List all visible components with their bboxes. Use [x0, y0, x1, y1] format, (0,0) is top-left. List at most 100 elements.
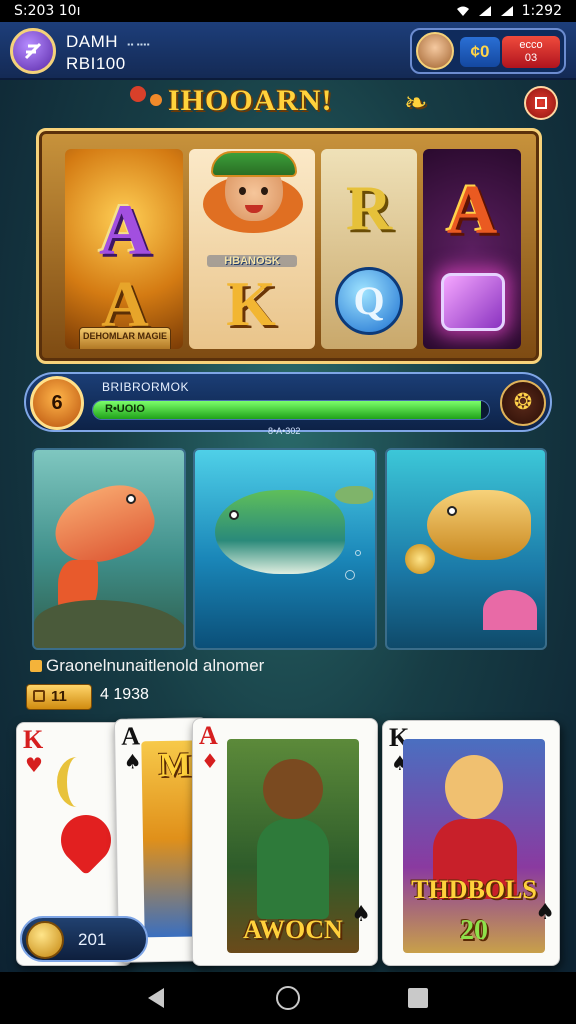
symbol-a-red: A	[446, 172, 498, 249]
signal-icon	[478, 6, 491, 16]
character-label: HBANOSK	[207, 255, 297, 267]
fish-eye	[229, 510, 239, 520]
wallet-panel[interactable]: ¢0 ecco 03	[410, 28, 566, 74]
symbol-k: K	[226, 268, 276, 339]
count-total: 4 1938	[100, 686, 149, 703]
profile-portrait[interactable]	[416, 32, 454, 70]
fish-illustration	[427, 490, 531, 560]
progress-panel: 6 BRIBRORMOK R•UOIO ❂	[24, 372, 552, 432]
info-text: Graonelnunaitlenold alnomer	[46, 656, 265, 675]
player-tag: ▪▪ ▪▪▪▪	[127, 40, 151, 49]
fish-card-3[interactable]	[385, 448, 547, 650]
fish-eye	[447, 506, 457, 516]
battery-text: 1:292	[521, 3, 562, 19]
symbol-q: Q	[335, 267, 403, 335]
progress-bar-fill	[93, 401, 482, 419]
title-row: IHOOARN! ❧	[0, 80, 576, 126]
character-eye-2	[261, 187, 268, 195]
warrior-figure	[263, 759, 323, 819]
card-suit: ♠	[123, 749, 142, 774]
recent-apps-icon[interactable]	[408, 988, 428, 1008]
card-rank: A	[199, 721, 218, 750]
emblem-icon	[24, 42, 42, 60]
title-flourish: ❧	[404, 86, 428, 119]
card-art: THDBOLS 20	[403, 739, 545, 953]
exit-button[interactable]	[524, 86, 558, 120]
slot-machine[interactable]: A A DEHOMLAR MAGIE HBANOSK K R Q A ▪▪▪▪▪…	[36, 128, 542, 379]
bonus-icon[interactable]: ❂	[500, 380, 546, 426]
card-title: THDBOLS	[411, 875, 537, 904]
fish-card-2[interactable]	[193, 448, 377, 650]
corner-suit: ♠	[535, 900, 555, 925]
berry-decoration	[130, 86, 146, 102]
top-bar: DAMH ▪▪ ▪▪▪▪ RBI100 ¢0 ecco 03	[0, 22, 576, 80]
reel-1: A A DEHOMLAR MAGIE	[65, 149, 183, 349]
home-icon[interactable]	[276, 986, 300, 1010]
player-avatar[interactable]	[10, 28, 56, 74]
status-icons: 1:292	[456, 3, 562, 19]
character-eye	[239, 187, 246, 195]
bubble	[345, 570, 355, 580]
coin-chip[interactable]: 201	[20, 916, 148, 962]
symbol-a-purple: A	[99, 190, 151, 270]
fish-illustration	[215, 490, 345, 574]
back-icon[interactable]	[148, 988, 164, 1008]
game-title: IHOOARN!	[168, 84, 333, 117]
buy-button[interactable]: ecco 03	[502, 36, 560, 68]
card-number: 20	[460, 915, 488, 946]
count-value: 11	[51, 688, 67, 705]
small-fish	[335, 486, 373, 504]
symbol-r: R	[345, 172, 393, 243]
gem-symbol	[441, 273, 505, 331]
info-icon	[30, 660, 42, 672]
berry-decoration-2	[150, 94, 162, 106]
heart-art	[50, 804, 122, 876]
navigation-bar	[0, 972, 576, 1024]
game-screen: S:203 10ı 1:292 DAMH ▪▪ ▪▪▪▪ RBI100 ¢0 e…	[0, 0, 576, 1024]
fish-illustration	[45, 475, 163, 575]
fish-card-1[interactable]	[32, 448, 186, 650]
progress-subtext: 8•A•302	[268, 426, 301, 436]
wifi-icon	[456, 6, 469, 16]
signal-icon-2	[500, 6, 513, 16]
door-icon	[535, 97, 547, 109]
checkbox-icon	[33, 690, 45, 702]
reel-3: R Q	[321, 149, 417, 349]
playing-card-3[interactable]: A ♦ AWOCN ♠	[192, 718, 378, 966]
card-rank: A	[120, 721, 141, 751]
coin-chip-value: 201	[78, 930, 107, 949]
info-line: Graonelnunaitlenold alnomer	[30, 656, 264, 676]
rock	[34, 600, 184, 648]
status-time: S:203 10ı	[14, 3, 81, 19]
reel-4: A	[423, 149, 521, 349]
player-name: DAMH ▪▪ ▪▪▪▪ RBI100	[66, 32, 150, 73]
card-suit: ♥	[25, 753, 43, 777]
player-name-line2: RBI100	[66, 54, 126, 73]
corner-suit: ♠	[351, 902, 371, 927]
gold-coin	[405, 544, 435, 574]
queen-figure	[445, 755, 503, 819]
progress-bar: R•UOIO	[92, 400, 490, 420]
coin-icon	[26, 921, 64, 959]
progress-title: BRIBRORMOK	[102, 380, 190, 394]
bubble-2	[355, 550, 361, 556]
progress-bar-label: R•UOIO	[105, 403, 145, 415]
character-hat	[211, 151, 297, 177]
count-chip[interactable]: 11	[26, 684, 92, 710]
playing-card-4[interactable]: K ♠ THDBOLS 20 ♠	[382, 720, 560, 966]
card-rank: K	[23, 725, 44, 754]
moon-decoration	[57, 757, 97, 807]
coin-balance: ¢0	[460, 37, 500, 67]
amount-line2: 03	[524, 52, 538, 64]
coral	[483, 590, 537, 630]
card-title: AWOCN	[243, 915, 343, 944]
player-name-line1: DAMH	[66, 32, 119, 51]
card-suit: ♦	[201, 749, 219, 773]
symbol-plaque: DEHOMLAR MAGIE	[79, 327, 171, 349]
card-art: AWOCN	[227, 739, 359, 953]
fish-eye	[126, 494, 136, 504]
warrior-body	[257, 819, 329, 919]
level-badge[interactable]: 6	[30, 376, 84, 430]
reel-2: HBANOSK K	[189, 149, 315, 349]
status-bar: S:203 10ı 1:292	[0, 0, 576, 22]
